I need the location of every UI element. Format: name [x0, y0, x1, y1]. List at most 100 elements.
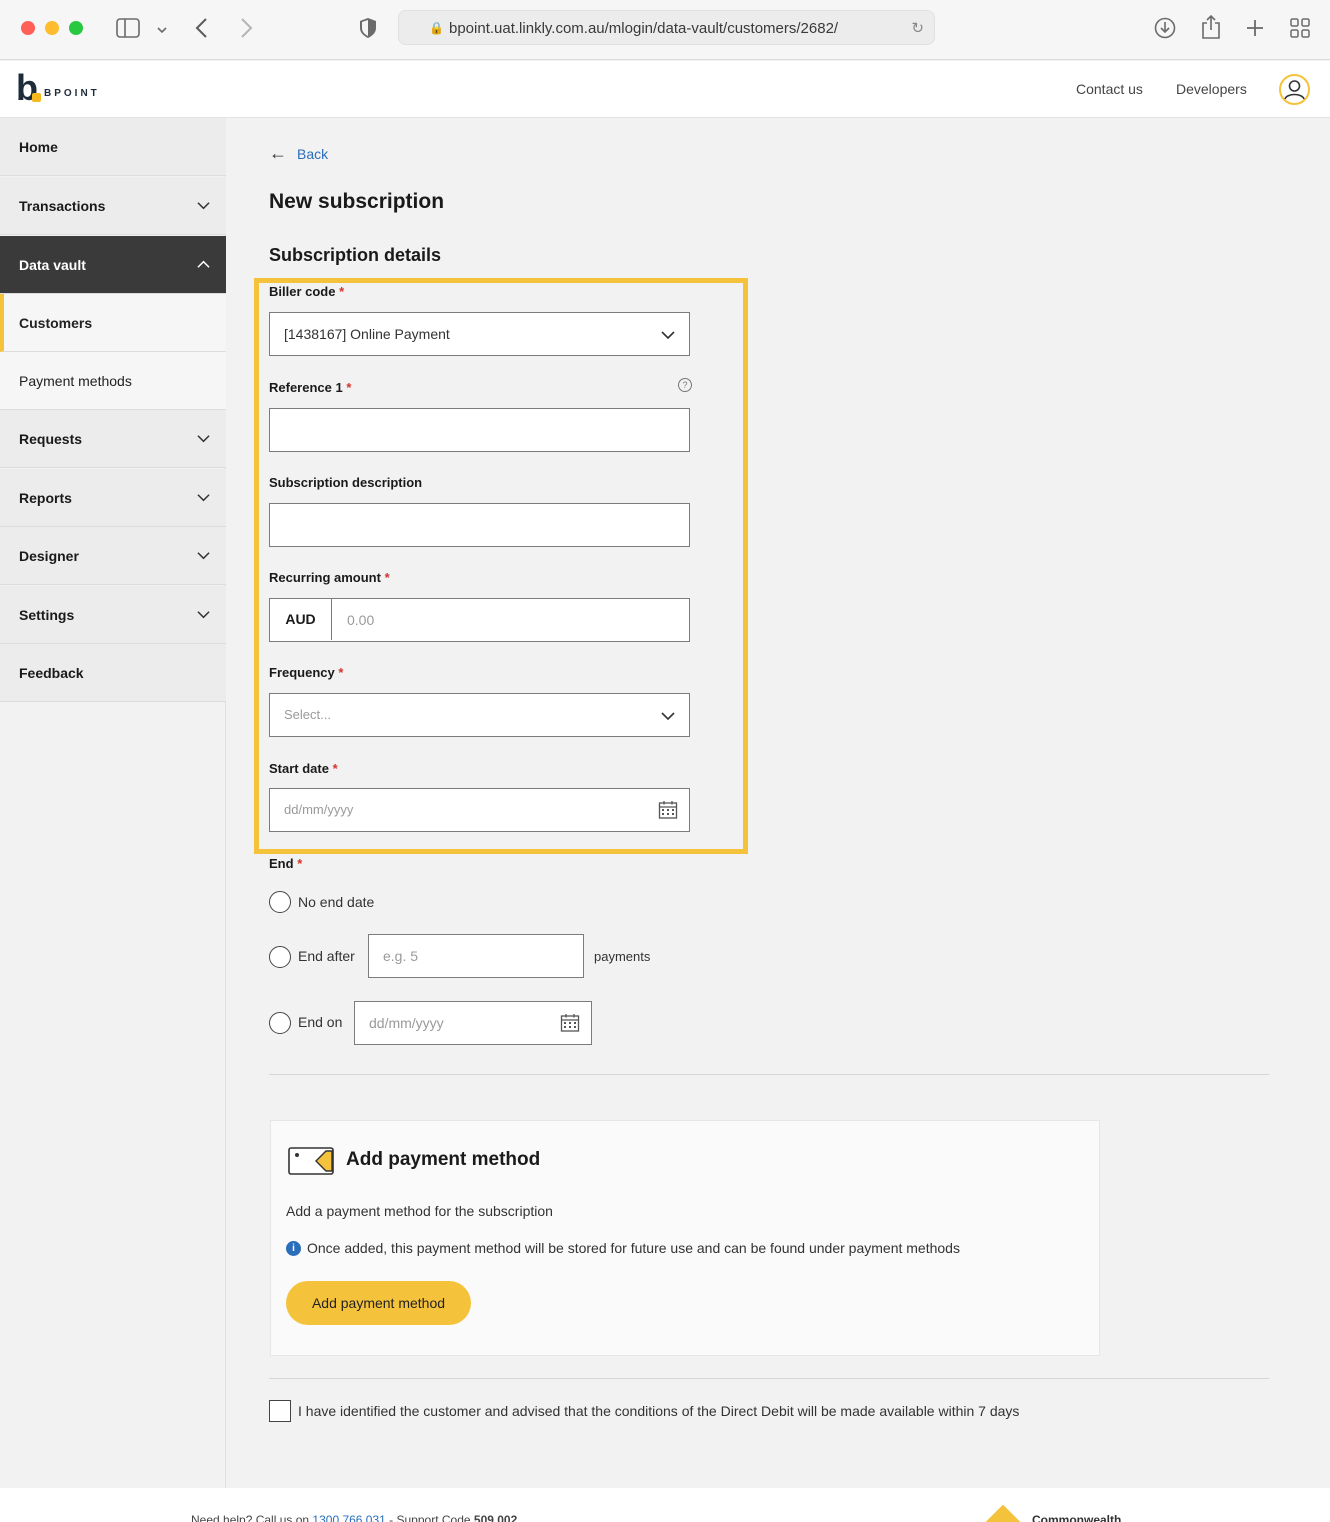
sidebar-item-feedback[interactable]: Feedback	[0, 644, 226, 702]
amount-field: AUD 0.00	[269, 598, 690, 642]
required-asterisk: *	[338, 665, 344, 680]
required-asterisk: *	[346, 380, 352, 395]
sidebar-item-payment-methods[interactable]: Payment methods	[0, 352, 226, 410]
description-label: Subscription description	[269, 475, 423, 490]
no-end-date-label: No end date	[298, 894, 375, 910]
add-payment-method-button[interactable]: Add payment method	[286, 1281, 471, 1325]
footer-support-prefix: - Support Code	[385, 1513, 474, 1522]
chevron-down-icon[interactable]	[156, 20, 168, 40]
sidebar-item-reports[interactable]: Reports	[0, 469, 226, 527]
reference1-label-text: Reference 1	[269, 380, 343, 395]
chevron-down-icon	[197, 611, 210, 619]
payment-method-description: Add a payment method for the subscriptio…	[286, 1203, 553, 1219]
biller-code-select[interactable]: [1438167] Online Payment	[269, 312, 690, 356]
sidebar-item-designer[interactable]: Designer	[0, 527, 226, 585]
amount-label: Recurring amount *	[269, 570, 390, 585]
shield-icon[interactable]	[358, 17, 378, 43]
start-date-placeholder: dd/mm/yyyy	[284, 802, 354, 817]
section-divider	[269, 1378, 1269, 1379]
back-link[interactable]: Back	[297, 146, 328, 162]
chevron-down-icon	[661, 712, 675, 721]
minimize-window-button[interactable]	[45, 21, 59, 35]
calendar-icon[interactable]	[658, 800, 678, 820]
required-asterisk: *	[339, 284, 345, 299]
start-date-label-text: Start date	[269, 761, 329, 776]
biller-code-value: [1438167] Online Payment	[284, 326, 450, 342]
share-icon[interactable]	[1201, 14, 1221, 44]
forward-nav-icon[interactable]	[238, 17, 254, 43]
zoom-window-button[interactable]	[69, 21, 83, 35]
biller-code-label-text: Biller code	[269, 284, 336, 299]
reference1-input[interactable]	[269, 408, 690, 452]
required-asterisk: *	[332, 761, 338, 776]
end-on-placeholder: dd/mm/yyyy	[369, 1015, 444, 1031]
amount-input[interactable]: 0.00	[347, 612, 374, 628]
bpoint-logo[interactable]: b BPOINT	[16, 70, 116, 107]
new-tab-icon[interactable]	[1245, 18, 1265, 42]
footer: Need help? Call us on 1300 766 031 - Sup…	[0, 1488, 1330, 1522]
sidebar-item-label: Data vault	[19, 257, 86, 273]
footer-phone-link[interactable]: 1300 766 031	[312, 1513, 385, 1522]
amount-label-text: Recurring amount	[269, 570, 381, 585]
payment-method-info: Once added, this payment method will be …	[307, 1240, 960, 1256]
end-on-label: End on	[298, 1014, 343, 1030]
no-end-date-radio[interactable]	[269, 891, 291, 913]
start-date-label: Start date *	[269, 761, 338, 776]
app-header: b BPOINT Contact us Developers	[0, 61, 1330, 118]
end-after-radio[interactable]	[269, 946, 291, 968]
frequency-select[interactable]: Select...	[269, 693, 690, 737]
footer-bank-name: Commonwealth	[1032, 1513, 1122, 1522]
footer-help: Need help? Call us on 1300 766 031 - Sup…	[191, 1513, 517, 1522]
sidebar-item-label: Feedback	[19, 665, 84, 681]
footer-help-prefix: Need help? Call us on	[191, 1513, 313, 1522]
frequency-placeholder: Select...	[284, 707, 331, 722]
end-on-date-input[interactable]: dd/mm/yyyy	[354, 1001, 592, 1045]
chevron-down-icon	[197, 552, 210, 560]
sidebar-item-requests[interactable]: Requests	[0, 410, 226, 468]
end-label: End *	[269, 856, 302, 871]
frequency-label-text: Frequency	[269, 665, 335, 680]
url-text: bpoint.uat.linkly.com.au/mlogin/data-vau…	[449, 20, 839, 37]
sidebar-item-data-vault[interactable]: Data vault	[0, 236, 226, 294]
section-divider	[269, 1074, 1269, 1075]
footer-support-code: 509 002	[473, 1513, 518, 1522]
start-date-input[interactable]: dd/mm/yyyy	[269, 788, 690, 832]
sidebar-item-settings[interactable]: Settings	[0, 586, 226, 644]
sidebar-item-label: Home	[19, 139, 58, 155]
section-title: Subscription details	[269, 245, 442, 265]
end-after-input[interactable]: e.g. 5	[368, 934, 584, 978]
end-on-radio[interactable]	[269, 1012, 291, 1034]
tab-overview-icon[interactable]	[1290, 18, 1310, 42]
contact-us-link[interactable]: Contact us	[1076, 81, 1143, 97]
download-icon[interactable]	[1154, 17, 1176, 43]
required-asterisk: *	[297, 856, 303, 871]
browser-toolbar: 🔒 bpoint.uat.linkly.com.au/mlogin/data-v…	[0, 0, 1330, 60]
frequency-label: Frequency *	[269, 665, 343, 680]
biller-code-label: Biller code *	[269, 284, 344, 299]
calendar-icon[interactable]	[560, 1013, 580, 1033]
back-nav-icon[interactable]	[194, 17, 210, 43]
end-after-label: End after	[298, 948, 355, 964]
consent-checkbox[interactable]	[269, 1400, 291, 1422]
main-content: ← Back New subscription Subscription det…	[227, 118, 1330, 1488]
chevron-down-icon	[197, 435, 210, 443]
chevron-down-icon	[661, 331, 675, 340]
logo-accent	[32, 93, 41, 102]
sidebar-toggle-icon[interactable]	[116, 18, 140, 42]
user-avatar-icon[interactable]	[1279, 74, 1310, 105]
sidebar-item-home[interactable]: Home	[0, 118, 226, 176]
sidebar-item-label: Reports	[19, 490, 72, 506]
address-bar[interactable]: 🔒 bpoint.uat.linkly.com.au/mlogin/data-v…	[398, 10, 935, 45]
description-input[interactable]	[269, 503, 690, 547]
sidebar-item-customers[interactable]: Customers	[0, 294, 226, 352]
sidebar-item-transactions[interactable]: Transactions	[0, 177, 226, 235]
developers-link[interactable]: Developers	[1176, 81, 1247, 97]
required-asterisk: *	[384, 570, 390, 585]
help-icon[interactable]: ?	[678, 378, 692, 392]
close-window-button[interactable]	[21, 21, 35, 35]
reload-icon[interactable]: ↻	[911, 19, 924, 37]
payment-method-card: Add payment method Add a payment method …	[270, 1120, 1100, 1356]
sidebar-item-label: Designer	[19, 548, 79, 564]
chevron-up-icon	[197, 260, 210, 268]
back-arrow-icon[interactable]: ←	[269, 143, 287, 164]
